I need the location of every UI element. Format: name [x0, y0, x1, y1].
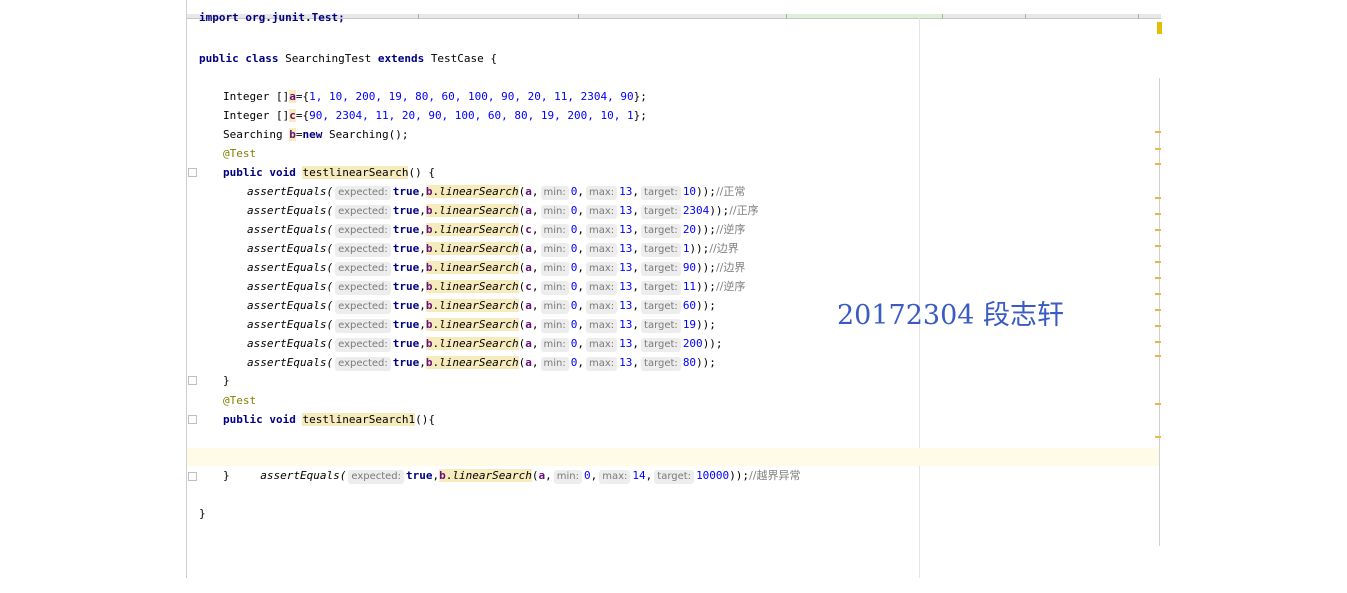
param-hint: max:: [586, 243, 618, 257]
code-line-assert[interactable]: assertEquals(expected: true,b.linearSearc…: [247, 259, 745, 277]
param-hint: target:: [641, 224, 681, 238]
fold-icon[interactable]: [188, 472, 197, 481]
param-hint: expected:: [335, 300, 391, 314]
param-hint: expected:: [335, 262, 391, 276]
param-hint: min:: [540, 338, 569, 352]
param-hint: min:: [540, 205, 569, 219]
param-hint: max:: [586, 319, 618, 333]
code-line-assert[interactable]: assertEquals(expected: true,b.linearSearc…: [247, 183, 745, 201]
param-hint: target:: [641, 357, 681, 371]
param-hint: target:: [641, 186, 681, 200]
code-line-assert[interactable]: assertEquals(expected: true,b.linearSearc…: [247, 240, 739, 258]
error-stripe-marker[interactable]: [1155, 213, 1161, 215]
param-hint: max:: [586, 338, 618, 352]
param-hint: expected:: [335, 281, 391, 295]
param-hint: expected:: [335, 338, 391, 352]
code-line-close-brace[interactable]: }: [223, 467, 230, 485]
param-hint: expected:: [335, 205, 391, 219]
error-stripe-marker[interactable]: [1155, 163, 1161, 165]
code-line-import[interactable]: import org.junit.Test;: [199, 12, 345, 24]
tab-separator: [786, 14, 787, 19]
tab-separator: [578, 14, 579, 19]
param-hint: expected:: [335, 357, 391, 371]
param-hint: target:: [641, 338, 681, 352]
param-hint: min:: [540, 224, 569, 238]
param-hint: min:: [540, 319, 569, 333]
param-hint: min:: [540, 281, 569, 295]
param-hint: target:: [641, 243, 681, 257]
param-hint: max:: [586, 281, 618, 295]
code-line-class-decl[interactable]: public class SearchingTest extends TestC…: [199, 50, 497, 68]
param-hint: expected:: [335, 319, 391, 333]
error-stripe-marker[interactable]: [1155, 229, 1161, 231]
code-line-assert[interactable]: assertEquals(expected: true,b.linearSearc…: [247, 335, 723, 353]
param-hint: target:: [641, 281, 681, 295]
error-stripe-marker[interactable]: [1155, 131, 1161, 133]
error-stripe-marker[interactable]: [1155, 197, 1161, 199]
error-stripe-marker[interactable]: [1155, 341, 1161, 343]
error-stripe-marker[interactable]: [1155, 245, 1161, 247]
code-line-assert[interactable]: assertEquals(expected: true,b.linearSearc…: [247, 278, 745, 296]
code-line-assert-overflow[interactable]: assertEquals(expected: true,b.linearSearc…: [247, 449, 800, 484]
code-line-assert[interactable]: assertEquals(expected: true,b.linearSearc…: [247, 354, 716, 372]
param-hint: expected:: [335, 224, 391, 238]
error-stripe-marker[interactable]: [1155, 277, 1161, 279]
code-line-assert[interactable]: assertEquals(expected: true,b.linearSearc…: [247, 202, 759, 220]
param-hint: min:: [540, 300, 569, 314]
param-hint: target:: [641, 205, 681, 219]
param-hint: target:: [641, 300, 681, 314]
fold-icon[interactable]: [188, 168, 197, 177]
error-stripe-marker[interactable]: [1155, 355, 1161, 357]
code-line-searching[interactable]: Searching b=new Searching();: [223, 126, 408, 144]
param-hint: min:: [553, 470, 582, 484]
param-hint: max:: [586, 357, 618, 371]
code-line-method2[interactable]: public void testlinearSearch1(){: [223, 411, 435, 429]
code-line-method1[interactable]: public void testlinearSearch() {: [223, 164, 435, 182]
error-stripe-marker[interactable]: [1155, 325, 1161, 327]
tab-separator: [418, 14, 419, 19]
param-hint: max:: [586, 186, 618, 200]
code-line-annotation[interactable]: @Test: [223, 392, 256, 410]
param-hint: expected:: [348, 470, 405, 484]
error-stripe-marker[interactable]: [1155, 309, 1161, 311]
fold-icon[interactable]: [188, 415, 197, 424]
param-hint: min:: [540, 243, 569, 257]
code-line-annotation[interactable]: @Test: [223, 145, 256, 163]
param-hint: max:: [586, 205, 618, 219]
inspection-status-icon[interactable]: [1157, 22, 1162, 34]
param-hint: min:: [540, 262, 569, 276]
error-stripe-marker[interactable]: [1155, 148, 1161, 150]
code-line-close-brace[interactable]: }: [223, 372, 230, 390]
error-stripe-marker[interactable]: [1155, 261, 1161, 263]
fold-icon[interactable]: [188, 376, 197, 385]
param-hint: expected:: [335, 186, 391, 200]
param-hint: target:: [654, 470, 695, 484]
code-line-array-a[interactable]: Integer []a={1, 10, 200, 19, 80, 60, 100…: [223, 88, 647, 106]
author-watermark: 20172304 段志轩: [837, 300, 1065, 331]
error-stripe-marker[interactable]: [1155, 293, 1161, 295]
error-stripe-marker[interactable]: [1155, 403, 1161, 405]
param-hint: target:: [641, 319, 681, 333]
tab-separator: [1138, 14, 1139, 19]
error-stripe-marker[interactable]: [1155, 436, 1161, 438]
code-line-assert[interactable]: assertEquals(expected: true,b.linearSearc…: [247, 221, 745, 239]
param-hint: expected:: [335, 243, 391, 257]
code-line-assert[interactable]: assertEquals(expected: true,b.linearSearc…: [247, 316, 716, 334]
code-line-array-c[interactable]: Integer []c={90, 2304, 11, 20, 90, 100, …: [223, 107, 647, 125]
param-hint: max:: [599, 470, 631, 484]
param-hint: target:: [641, 262, 681, 276]
code-line-assert[interactable]: assertEquals(expected: true,b.linearSearc…: [247, 297, 716, 315]
tab-separator: [1025, 14, 1026, 19]
code-line-class-close[interactable]: }: [199, 505, 206, 523]
param-hint: min:: [540, 186, 569, 200]
tab-separator: [942, 14, 943, 19]
param-hint: max:: [586, 224, 618, 238]
param-hint: min:: [540, 357, 569, 371]
param-hint: max:: [586, 300, 618, 314]
param-hint: max:: [586, 262, 618, 276]
